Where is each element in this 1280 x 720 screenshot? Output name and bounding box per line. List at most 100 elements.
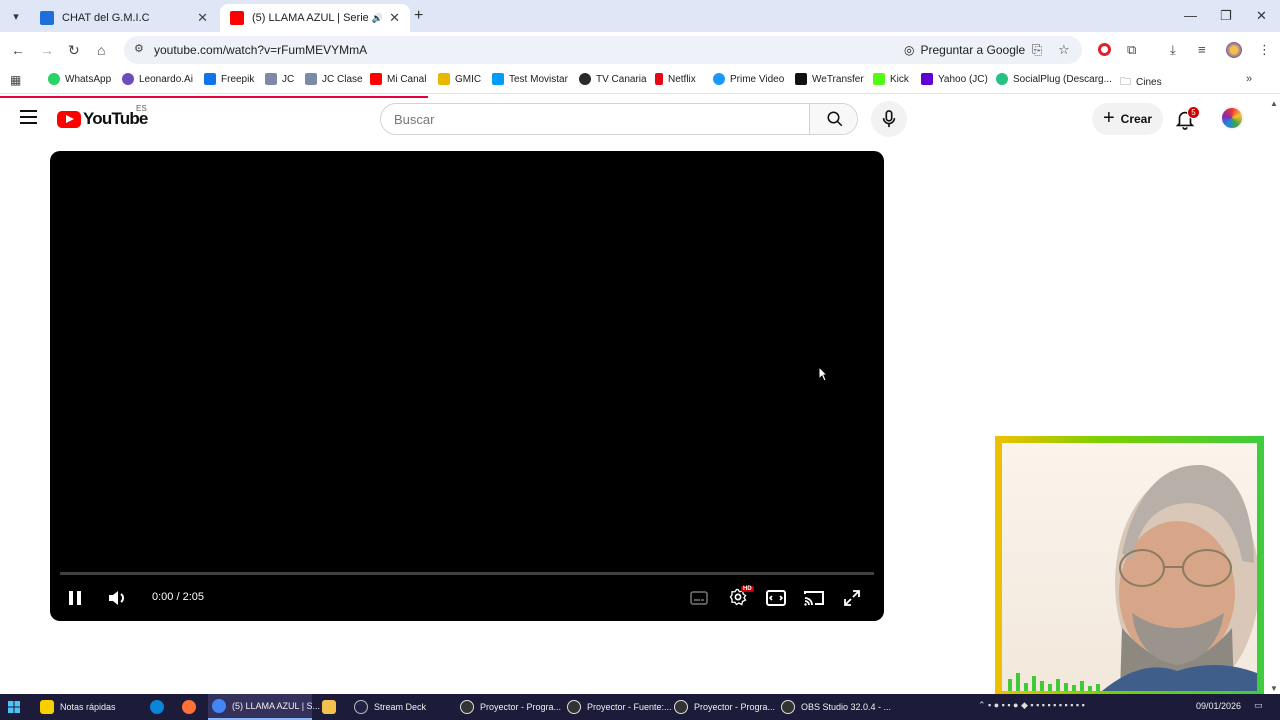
tab-youtube[interactable]: (5) LLAMA AZUL | Serie Llan 🔊 ✕ [220,4,410,32]
fullscreen-button[interactable] [841,588,863,608]
wetransfer-icon [795,73,807,85]
cast-button[interactable] [802,588,826,608]
tv-canaria-icon [579,73,591,85]
ask-google-button[interactable]: ◎ Preguntar a Google [904,43,1025,57]
bookmark-jc-clase[interactable]: JC Clase [305,73,363,85]
taskbar-stream-deck[interactable]: Stream Deck [350,694,430,720]
menu-kebab-icon[interactable]: ⋮ [1258,42,1271,58]
youtube-logo[interactable]: YouTube ES [57,104,148,129]
bookmark-yahoo[interactable]: Yahoo (JC) [921,73,988,85]
create-button[interactable]: + Crear [1092,103,1163,135]
tray-icons[interactable]: ⌃ ▪ ● ▪ ▪ ● ◆ ▪ ▪ ▪ ▪ ▪ ▪ ▪ ▪ ▪ ▪ [978,700,1085,711]
taskbar-label: OBS Studio 32.0.4 - ... [801,702,892,712]
chrome-icon [212,699,226,713]
start-button[interactable] [4,694,24,720]
bookmark-test-movistar[interactable]: Test Movistar [492,73,568,85]
url-text[interactable]: youtube.com/watch?v=rFumMEVYMmA [154,43,367,57]
taskbar-proyector-1[interactable]: Proyector - Progra... [456,694,565,720]
bookmark-tv-canaria[interactable]: TV Canaria [579,73,647,85]
tab-search-chevron-icon[interactable]: ▾ [6,6,26,26]
taskbar-label: (5) LLAMA AZUL | S... [232,701,321,711]
forward-icon[interactable]: → [40,42,54,58]
webcam-feed [1002,443,1257,691]
bookmark-jc[interactable]: JC [265,73,294,85]
new-tab-button[interactable]: + [414,7,423,25]
apps-grid-icon[interactable]: ▦ [10,73,21,87]
socialplug-icon [996,73,1008,85]
restore-icon[interactable]: ❐ [1220,8,1232,24]
minimize-icon[interactable]: — [1184,8,1197,23]
account-avatar[interactable] [1220,106,1244,130]
site-info-icon[interactable]: ⚙ [134,42,144,55]
taskbar-obs-studio[interactable]: OBS Studio 32.0.4 - ... [777,694,895,720]
taskbar-proyector-3[interactable]: Proyector - Progra... [670,694,779,720]
taskbar-label: Proyector - Progra... [480,702,562,712]
home-icon[interactable]: ⌂ [97,42,105,58]
opera-extension-icon[interactable] [1098,43,1111,56]
bookmark-label: TV Canaria [596,73,647,85]
bookmarks-bar: ▦ WhatsApp Leonardo.Ai Freepik JC JC Cla… [0,68,1280,94]
extensions-icon[interactable]: ⧉ [1127,42,1136,58]
bookmark-kick[interactable]: Kick [873,73,909,85]
volume-button[interactable] [107,588,129,608]
whatsapp-icon [48,73,60,85]
taskbar-firefox[interactable] [178,694,200,720]
video-progress-bar[interactable] [60,572,874,575]
bookmark-freepik[interactable]: Freepik [204,73,254,85]
firefox-icon [182,700,196,714]
back-icon[interactable]: ← [11,42,25,58]
theater-mode-icon [766,590,786,606]
reload-icon[interactable]: ↻ [68,42,80,59]
bookmark-wetransfer[interactable]: WeTransfer [795,73,864,85]
profile-avatar[interactable] [1226,42,1242,58]
downloads-icon[interactable]: ⤓ [1170,42,1176,58]
mouse-cursor-icon [818,366,828,382]
address-bar[interactable]: ⚙ youtube.com/watch?v=rFumMEVYMmA ◎ Preg… [124,36,1082,64]
media-controls-icon[interactable]: ≡ [1198,42,1206,57]
notifications-center-icon[interactable]: ▭ [1254,700,1263,711]
bookmark-label: Yahoo (JC) [938,73,988,85]
kick-icon [873,73,885,85]
scroll-down-arrow-icon[interactable]: ▼ [1270,684,1278,693]
taskbar-proyector-2[interactable]: Proyector - Fuente:... [563,694,676,720]
install-app-icon[interactable]: ⎘ [1032,42,1042,58]
video-player[interactable]: 0:00 / 2:05 HD [50,151,884,621]
bookmark-netflix[interactable]: Netflix [655,73,696,85]
taskbar-edge[interactable] [146,694,168,720]
search-input[interactable] [381,104,809,134]
bookmark-whatsapp[interactable]: WhatsApp [48,73,111,85]
bookmark-label: JC [282,73,295,85]
subtitles-button[interactable] [688,588,710,608]
close-window-icon[interactable]: ✕ [1256,8,1267,24]
theater-mode-button[interactable] [764,588,788,608]
more-bookmarks-icon[interactable]: » [1246,73,1252,85]
bookmark-star-icon[interactable]: ☆ [1058,42,1070,58]
plus-icon: + [1102,107,1115,129]
tab-chat-gmic[interactable]: CHAT del G.M.I.C ✕ [30,4,218,32]
bookmark-gmic[interactable]: GMIC [438,73,481,85]
search-button[interactable] [809,104,857,134]
settings-button[interactable]: HD [726,586,754,608]
bookmark-socialplug[interactable]: SocialPlug (Descarg... [996,73,1112,85]
bookmark-prime-video[interactable]: Prime Video [713,73,784,85]
scroll-up-arrow-icon[interactable]: ▲ [1270,99,1278,108]
taskbar-notas-rapidas[interactable]: Notas rápidas [36,694,120,720]
taskbar-chrome-youtube[interactable]: (5) LLAMA AZUL | S... [208,694,320,720]
hamburger-menu-icon[interactable] [20,110,37,124]
taskbar-label: Notas rápidas [60,702,116,712]
voice-search-button[interactable] [871,101,907,137]
bookmark-cines[interactable]: 🗀 Cines [1120,73,1162,92]
obs-icon [460,700,474,714]
tab-close-icon[interactable]: ✕ [197,10,208,26]
bookmark-leonardo[interactable]: Leonardo.Ai [122,73,193,85]
bookmark-mi-canal[interactable]: Mi Canal [370,73,426,85]
speaker-icon[interactable]: 🔊 [372,13,383,24]
bookmark-label: WhatsApp [65,73,112,85]
pause-button[interactable] [66,588,84,608]
notifications-button[interactable]: 5 [1174,106,1200,132]
presenter-video [1008,464,1257,691]
taskbar-file-explorer[interactable] [318,694,340,720]
obs-icon [567,700,581,714]
taskbar-label: Proyector - Fuente:... [587,702,672,712]
tab-close-icon[interactable]: ✕ [389,10,400,26]
